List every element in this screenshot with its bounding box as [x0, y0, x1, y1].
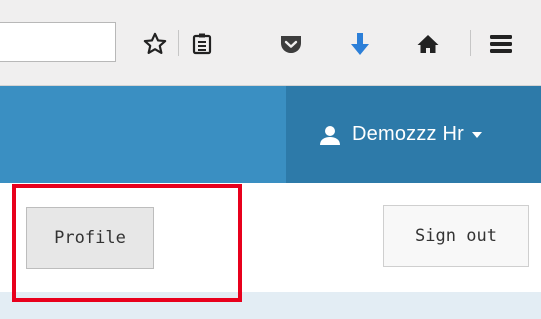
pocket-icon[interactable]	[275, 24, 307, 64]
reading-list-icon[interactable]	[187, 24, 217, 64]
browser-toolbar	[0, 0, 541, 86]
toolbar-separator	[178, 30, 179, 56]
app-header: Demozzz Hr	[0, 86, 541, 183]
content-area: Profile Sign out	[0, 183, 541, 319]
url-input[interactable]	[0, 22, 116, 62]
user-icon	[319, 124, 341, 146]
toolbar-separator	[470, 30, 471, 56]
user-menu-dropdown[interactable]: Demozzz Hr	[286, 86, 541, 183]
profile-button[interactable]: Profile	[26, 207, 154, 269]
download-icon[interactable]	[345, 24, 375, 64]
content-strip	[0, 292, 541, 319]
home-icon[interactable]	[412, 24, 444, 64]
sign-out-button[interactable]: Sign out	[383, 205, 529, 267]
star-icon[interactable]	[138, 24, 172, 64]
menu-icon[interactable]	[484, 24, 518, 64]
caret-down-icon	[471, 131, 483, 139]
user-name: Demozzz Hr	[352, 123, 465, 145]
